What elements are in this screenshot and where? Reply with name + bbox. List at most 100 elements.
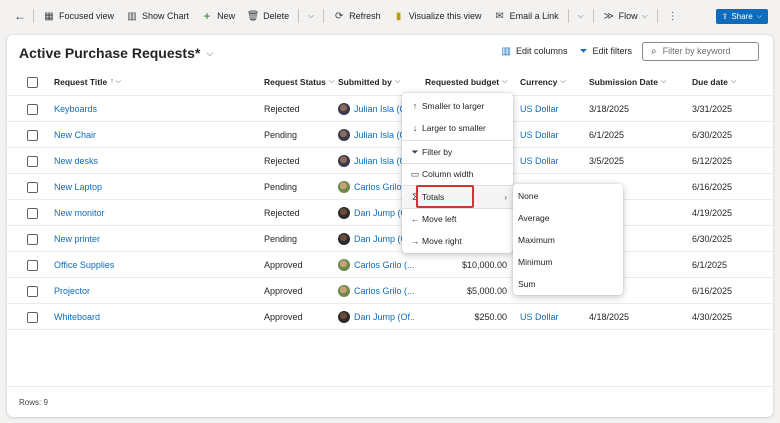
arrow-left-icon: ← <box>410 214 420 224</box>
more-dropdown[interactable]: ⌵ <box>302 4 320 28</box>
email-link-button[interactable]: ✉ Email a Link <box>488 4 565 28</box>
table-row[interactable]: Keyboards Rejected Julian Isla (O US Dollar… <box>7 96 773 122</box>
chevron-down-icon: ⌵ <box>577 11 584 20</box>
table-row[interactable]: New Chair Pending Julian Isla (O US Dollar 6… <box>7 122 773 148</box>
flow-button[interactable]: ≫ Flow ⌵ <box>597 4 654 28</box>
email-dropdown[interactable]: ⌵ <box>572 4 590 28</box>
menu-item-label: Move right <box>422 236 462 246</box>
submitted-by-link[interactable]: Julian Isla (O <box>354 130 407 140</box>
totals-option-average[interactable]: Average <box>513 207 623 229</box>
column-header-submitted-by[interactable]: Submitted by ⌵ <box>338 69 414 95</box>
table-row[interactable]: New desks Rejected Julian Isla (O US Dollar… <box>7 148 773 174</box>
submitted-by-link[interactable]: Julian Isla (O <box>354 104 407 114</box>
request-title-link[interactable]: Keyboards <box>54 96 254 121</box>
row-checkbox[interactable] <box>27 182 38 193</box>
trash-icon: 🗑 <box>246 10 260 22</box>
totals-option-maximum[interactable]: Maximum <box>513 229 623 251</box>
share-button[interactable]: ⇪ Share ⌵ <box>715 9 768 24</box>
view-card: Active Purchase Requests* ⌵ ▥ Edit colum… <box>7 35 773 417</box>
column-header-label: Requested budget <box>425 77 500 87</box>
row-checkbox[interactable] <box>27 260 38 271</box>
table-row[interactable]: New monitor Rejected Dan Jump (O 4/19/2025 <box>7 200 773 226</box>
more-commands-button[interactable]: ⋮ <box>661 4 689 28</box>
new-button[interactable]: + New <box>195 4 241 28</box>
edit-filters-button[interactable]: ⏷ Edit filters <box>573 41 638 61</box>
divider <box>33 9 34 23</box>
columns-icon: ▥ <box>501 45 511 57</box>
submitted-by[interactable]: Carlos Grilo (... <box>338 252 414 277</box>
submitted-by-link[interactable]: Dan Jump (O <box>354 234 408 244</box>
avatar <box>338 258 350 271</box>
menu-item-filter-by[interactable]: ⏷ Filter by <box>402 141 513 163</box>
table-row[interactable]: Office Supplies Approved Carlos Grilo (...… <box>7 252 773 278</box>
column-header-label: Request Title <box>54 77 108 87</box>
submitted-by[interactable]: Carlos Grilo (... <box>338 278 414 303</box>
requested-budget: $5,000.00 <box>466 285 507 296</box>
submitted-by[interactable]: Dan Jump (Of... <box>338 304 414 329</box>
row-checkbox[interactable] <box>27 104 38 115</box>
column-header-currency[interactable]: Currency ⌵ <box>520 69 580 95</box>
menu-item-column-width[interactable]: ▭ Column width <box>402 163 513 185</box>
menu-item-move-right[interactable]: → Move right <box>402 230 513 252</box>
menu-item-label: Larger to smaller <box>422 123 486 133</box>
show-chart-button[interactable]: ▥ Show Chart <box>120 4 195 28</box>
submission-date: 3/18/2025 <box>589 103 630 114</box>
table-row[interactable]: New printer Pending Dan Jump (O 6/30/2025 <box>7 226 773 252</box>
row-checkbox[interactable] <box>27 286 38 297</box>
visualize-button[interactable]: ▮ Visualize this view <box>387 4 488 28</box>
divider <box>592 9 594 23</box>
request-title-link[interactable]: New monitor <box>54 200 254 225</box>
filter-icon: ⏷ <box>411 146 419 157</box>
view-selector[interactable]: Active Purchase Requests* ⌵ <box>19 45 213 61</box>
menu-item-larger-to-smaller[interactable]: ↓ Larger to smaller <box>402 117 513 139</box>
submitted-by-link[interactable]: Carlos Grilo (... <box>354 260 414 270</box>
edit-columns-button[interactable]: ▥ Edit columns <box>496 41 574 61</box>
column-header-label: Currency <box>520 77 558 87</box>
table-row[interactable]: Projector Approved Carlos Grilo (... $5,000… <box>7 278 773 304</box>
request-title-link[interactable]: New printer <box>54 226 254 251</box>
row-checkbox[interactable] <box>27 234 38 245</box>
focused-view-button[interactable]: ▦ Focused view <box>37 4 120 28</box>
search-input[interactable]: ⌕ Filter by keyword <box>642 41 759 61</box>
row-checkbox[interactable] <box>27 156 38 167</box>
request-title-link[interactable]: New desks <box>54 148 254 173</box>
submitted-by-link[interactable]: Dan Jump (O <box>354 208 408 218</box>
column-header-submission-date[interactable]: Submission Date ⌵ <box>589 69 669 95</box>
menu-item-smaller-to-larger[interactable]: ↑ Smaller to larger <box>402 95 513 117</box>
totals-option-minimum[interactable]: Minimum <box>513 251 623 273</box>
column-header-status[interactable]: Request Status ⌵ <box>264 69 344 95</box>
column-header-budget[interactable]: Requested budget ⌵ <box>425 69 519 95</box>
currency-link[interactable]: US Dollar <box>520 304 580 329</box>
submitted-by-link[interactable]: Carlos Grilo <box>354 182 402 192</box>
totals-option-sum[interactable]: Sum <box>513 273 623 295</box>
column-header-due-date[interactable]: Due date ⌵ <box>692 69 762 95</box>
menu-item-move-left[interactable]: ← Move left <box>402 208 513 230</box>
request-title-link[interactable]: Office Supplies <box>54 252 254 277</box>
row-checkbox[interactable] <box>27 130 38 141</box>
chevron-down-icon: ⌵ <box>730 78 737 85</box>
column-header-title[interactable]: Request Title ↑ ⌵ <box>54 69 254 95</box>
chevron-down-icon: ⌵ <box>502 78 508 85</box>
request-title-link[interactable]: New Chair <box>54 122 254 147</box>
table-row[interactable]: New Laptop Pending Carlos Grilo 6/16/2025 <box>7 174 773 200</box>
submitted-by-link[interactable]: Carlos Grilo (... <box>354 286 414 296</box>
request-title-link[interactable]: New Laptop <box>54 174 254 199</box>
currency-link[interactable]: US Dollar <box>520 122 580 147</box>
select-all-checkbox[interactable] <box>27 77 38 88</box>
currency-link[interactable]: US Dollar <box>520 96 580 121</box>
column-width-icon: ▭ <box>410 168 420 179</box>
request-title-link[interactable]: Whiteboard <box>54 304 254 329</box>
refresh-button[interactable]: ⟳ Refresh <box>327 4 387 28</box>
delete-button[interactable]: 🗑 Delete <box>241 4 295 28</box>
table-row[interactable]: Whiteboard Approved Dan Jump (Of... $250.00… <box>7 304 773 330</box>
column-header-label: Due date <box>692 77 728 87</box>
command-bar: ← ▦ Focused view ▥ Show Chart + New 🗑 De… <box>0 0 780 32</box>
request-title-link[interactable]: Projector <box>54 278 254 303</box>
row-checkbox[interactable] <box>27 312 38 323</box>
row-checkbox[interactable] <box>27 208 38 219</box>
currency-link[interactable]: US Dollar <box>520 148 580 173</box>
submitted-by-link[interactable]: Dan Jump (Of... <box>354 312 414 322</box>
totals-option-none[interactable]: None <box>513 185 623 207</box>
submitted-by-link[interactable]: Julian Isla (O <box>354 156 407 166</box>
back-arrow-icon[interactable]: ← <box>14 9 26 23</box>
